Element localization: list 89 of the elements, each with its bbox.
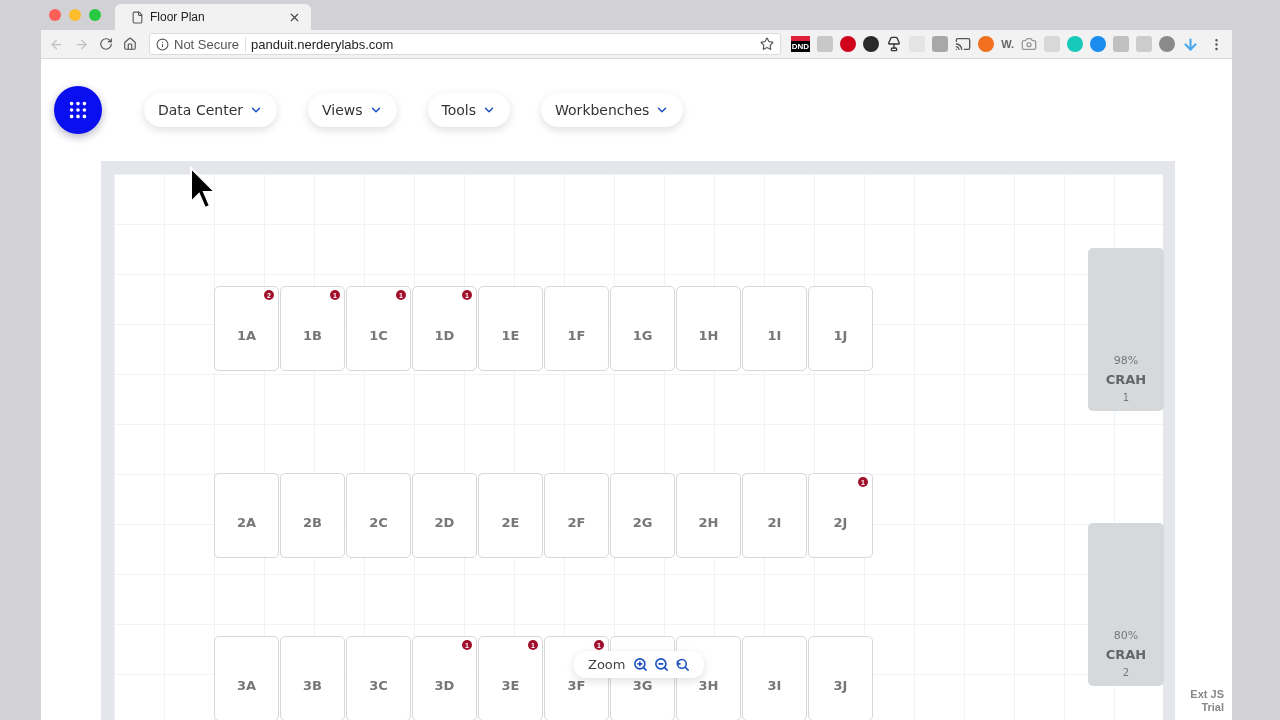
browser-tab[interactable]: Floor Plan (115, 4, 311, 30)
info-icon[interactable] (156, 37, 169, 51)
rack-label: 1E (501, 328, 520, 343)
rack-label: 2D (434, 515, 455, 530)
rack-label: 3F (567, 678, 586, 693)
rack-label: 1D (434, 328, 455, 343)
rack-label: 1H (698, 328, 719, 343)
rack-tile[interactable]: 3A (214, 636, 279, 720)
rack-label: 2G (632, 515, 653, 530)
rack-label: 2F (567, 515, 586, 530)
trial-notice-text: Trial (1201, 701, 1224, 714)
close-window-button[interactable] (49, 9, 61, 21)
rack-label: 1G (632, 328, 653, 343)
zoom-out-button[interactable] (654, 657, 670, 672)
rack-tile[interactable]: 2I (742, 473, 807, 558)
rack-label: 3A (236, 678, 257, 693)
rack-tile[interactable]: 1E (478, 286, 543, 371)
rack-tile[interactable]: 3I (742, 636, 807, 720)
nav-menu-button[interactable]: Data Center (144, 93, 277, 127)
rack-tile[interactable]: 2B (280, 473, 345, 558)
crah-number: 1 (1122, 392, 1130, 403)
crah-name: CRAH (1105, 647, 1147, 662)
rack-tile[interactable]: 1F (544, 286, 609, 371)
rack-tile[interactable]: 2E (478, 473, 543, 558)
crah-unit[interactable]: 98% CRAH 1 (1088, 248, 1164, 411)
rack-tile[interactable]: 2G (610, 473, 675, 558)
rack-label: 3D (434, 678, 455, 693)
rack-tile[interactable]: 2H (676, 473, 741, 558)
zoom-reset-button[interactable] (675, 657, 691, 672)
rack-label: 2H (698, 515, 719, 530)
rack-tile[interactable]: 1G (610, 286, 675, 371)
trial-notice-text: Ext JS (1190, 688, 1224, 701)
rack-tile[interactable]: 1H (676, 286, 741, 371)
url-text: panduit.nerderylabs.com (251, 36, 395, 52)
crah-unit[interactable]: 80% CRAH 2 (1088, 523, 1164, 686)
nav-menu-button[interactable]: Views (308, 93, 397, 127)
nav-menu-button[interactable]: Workbenches (541, 93, 684, 127)
page-icon (131, 10, 144, 24)
rack-label: 3B (303, 678, 322, 693)
extension-icon[interactable]: DND (790, 36, 811, 52)
rack-label: 1B (303, 328, 322, 343)
rack-label: 1J (833, 328, 848, 343)
rack-label: 3E (501, 678, 520, 693)
rack-label: 2C (369, 515, 388, 530)
app-menu-button[interactable] (54, 86, 102, 134)
dot-grid-icon (67, 99, 89, 121)
security-label: Not Secure (174, 36, 247, 52)
cast-icon[interactable] (955, 36, 972, 52)
rack-tile[interactable]: 2D (412, 473, 477, 558)
rack-label: 1A (236, 328, 257, 343)
rack-tile[interactable]: 2F (544, 473, 609, 558)
reload-icon[interactable] (99, 37, 113, 51)
address-bar[interactable]: Not Secure panduit.nerderylabs.com (149, 33, 781, 55)
rack-label: 2I (767, 515, 782, 530)
home-icon[interactable] (123, 37, 137, 51)
rack-tile[interactable]: 1I (742, 286, 807, 371)
rack-tile[interactable]: 2C (346, 473, 411, 558)
crah-reading: 80% (1113, 629, 1139, 642)
rack-label: 1I (767, 328, 782, 343)
tab-title: Floor Plan (150, 10, 206, 24)
back-icon[interactable] (49, 36, 64, 52)
rack-label: 3H (698, 678, 719, 693)
rack-tile[interactable]: 3C (346, 636, 411, 720)
rack-label: 1F (567, 328, 586, 343)
rack-tile[interactable]: 2A (214, 473, 279, 558)
rack-label: 1C (369, 328, 388, 343)
rack-label: 3C (369, 678, 388, 693)
rack-label: 2E (501, 515, 520, 530)
extension-icon[interactable]: W. (1001, 38, 1014, 50)
rack-label: 3I (767, 678, 782, 693)
rack-label: 2A (236, 515, 257, 530)
extension-icon[interactable] (863, 36, 880, 52)
nav-menu-button[interactable]: Tools (427, 93, 511, 127)
rack-label: 3J (833, 678, 848, 693)
bookmark-star-icon[interactable] (759, 37, 774, 51)
rack-tile[interactable]: 1J (808, 286, 873, 371)
crah-name: CRAH (1105, 372, 1147, 387)
rack-label: 2J (833, 515, 848, 530)
download-icon[interactable] (1182, 35, 1199, 53)
rack-tile[interactable]: 3J (808, 636, 873, 720)
rack-label: 2B (303, 515, 322, 530)
lamp-icon[interactable] (886, 36, 903, 52)
camera-icon[interactable] (1021, 36, 1037, 52)
rack-tile[interactable]: 3B (280, 636, 345, 720)
rack-label: 3G (632, 678, 653, 693)
zoom-in-button[interactable] (633, 657, 649, 672)
crah-number: 2 (1122, 667, 1130, 678)
forward-icon[interactable] (74, 36, 89, 52)
crah-reading: 98% (1113, 354, 1139, 367)
